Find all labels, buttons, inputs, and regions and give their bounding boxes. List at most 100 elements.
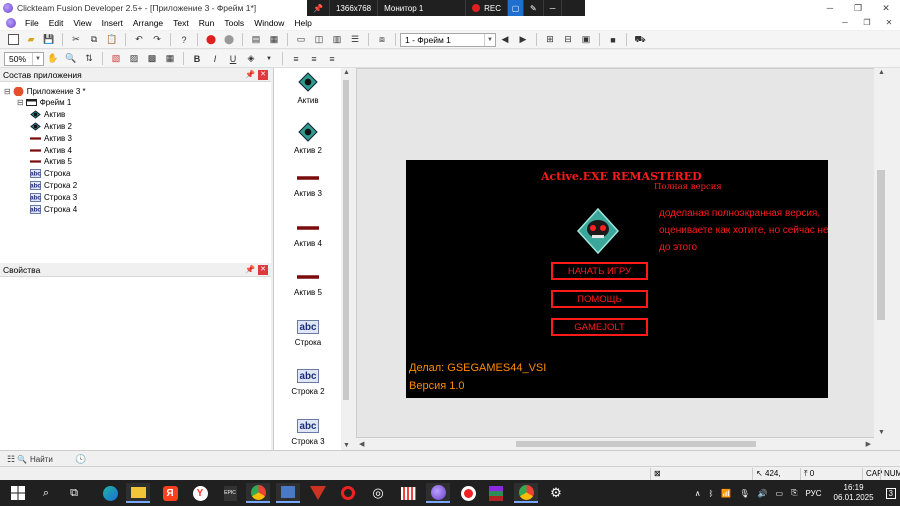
system-clock[interactable]: 16:19 06.01.2025 bbox=[834, 483, 874, 503]
menu-view[interactable]: View bbox=[68, 18, 96, 28]
search-icon[interactable]: ⌕ bbox=[34, 483, 58, 503]
mdi-restore-button[interactable]: ❐ bbox=[856, 16, 878, 30]
scrollbar-thumb[interactable] bbox=[343, 80, 349, 400]
next-frame-icon[interactable]: ▶ bbox=[516, 33, 530, 47]
recorder-monitor[interactable]: Монитор 1 bbox=[378, 0, 467, 16]
redo-icon[interactable]: ↷ bbox=[150, 33, 164, 47]
cut-icon[interactable]: ✂ bbox=[69, 33, 83, 47]
windows-start-icon[interactable] bbox=[6, 483, 30, 503]
close-button[interactable]: ✕ bbox=[872, 0, 900, 16]
list-options-icon[interactable]: ☷ bbox=[4, 452, 18, 466]
panel-close-icon[interactable]: ✕ bbox=[258, 70, 268, 80]
run-application-icon[interactable]: ⬤ bbox=[222, 33, 236, 47]
help-game-button[interactable]: ПОМОЩЬ bbox=[551, 290, 648, 308]
tree-item[interactable]: Актив 4 bbox=[30, 144, 72, 156]
yandex-music-icon[interactable]: Я bbox=[158, 483, 182, 503]
tree-collapse-icon[interactable]: ⊟ bbox=[4, 87, 11, 96]
menu-tools[interactable]: Tools bbox=[219, 18, 249, 28]
new-file-icon[interactable] bbox=[6, 33, 20, 47]
screen-select-icon[interactable]: ▢ bbox=[508, 0, 525, 16]
align-center-icon[interactable]: ≡ bbox=[307, 52, 321, 66]
snap-icon[interactable]: ⊟ bbox=[561, 33, 575, 47]
scroll-down-icon[interactable]: ▼ bbox=[878, 429, 885, 436]
editor-horizontal-scrollbar[interactable]: ◀ ▶ bbox=[356, 438, 874, 450]
object-list-item[interactable]: Актив 3 bbox=[274, 171, 342, 198]
menu-file[interactable]: File bbox=[20, 18, 44, 28]
menu-help[interactable]: Help bbox=[289, 18, 316, 28]
winrar-icon[interactable] bbox=[484, 483, 508, 503]
object-list-item[interactable]: Актив 2 bbox=[274, 121, 342, 155]
color-picker-icon[interactable]: ▨ bbox=[127, 52, 141, 66]
battery-icon[interactable]: ▭ bbox=[776, 489, 784, 498]
zoom-tool-icon[interactable]: 🔍 bbox=[64, 52, 78, 66]
object-list-item[interactable]: abc Строка 2 bbox=[274, 369, 342, 396]
italic-button[interactable]: I bbox=[208, 52, 222, 66]
panel-close-icon[interactable]: ✕ bbox=[258, 265, 268, 275]
tree-collapse-icon[interactable]: ⊟ bbox=[17, 98, 24, 107]
object-list-item[interactable]: Актив 4 bbox=[274, 221, 342, 248]
epic-games-icon[interactable]: EPIC bbox=[218, 483, 242, 503]
chevron-up-icon[interactable]: ∧ bbox=[695, 489, 701, 498]
settings-gear-icon[interactable]: ⚙ bbox=[544, 483, 568, 503]
author-text[interactable]: Делал: GSEGAMES44_VSI bbox=[409, 362, 546, 374]
save-icon[interactable]: 💾 bbox=[42, 33, 56, 47]
underline-button[interactable]: U bbox=[226, 52, 240, 66]
file-explorer-icon[interactable] bbox=[126, 483, 150, 503]
bold-button[interactable]: B bbox=[190, 52, 204, 66]
tree-item[interactable]: abc Строка 3 bbox=[30, 191, 77, 203]
unreal-engine-icon[interactable]: ◎ bbox=[366, 483, 390, 503]
menu-arrange[interactable]: Arrange bbox=[128, 18, 168, 28]
copy-icon[interactable]: ⧉ bbox=[87, 33, 101, 47]
event-list-editor-icon[interactable]: ◫ bbox=[312, 33, 326, 47]
zoom-dropdown[interactable]: 50% ▼ bbox=[4, 51, 44, 66]
layers-icon[interactable]: ▣ bbox=[579, 33, 593, 47]
event-editor-icon[interactable]: ▭ bbox=[294, 33, 308, 47]
object-list-item[interactable]: Актив bbox=[274, 72, 342, 105]
start-game-button[interactable]: НАЧАТЬ ИГРУ bbox=[551, 262, 648, 280]
document-icon[interactable] bbox=[6, 18, 16, 28]
mdi-minimize-button[interactable]: ─ bbox=[834, 16, 856, 30]
game-subtitle[interactable]: Полная версия bbox=[654, 182, 722, 192]
tree-item[interactable]: Актив bbox=[30, 109, 65, 121]
wifi-icon[interactable]: 📶 bbox=[721, 489, 731, 498]
menu-insert[interactable]: Insert bbox=[97, 18, 128, 28]
task-view-icon[interactable]: ⧉ bbox=[62, 483, 86, 503]
scroll-left-icon[interactable]: ◀ bbox=[359, 440, 364, 448]
scrollbar-thumb[interactable] bbox=[516, 441, 756, 447]
menu-text[interactable]: Text bbox=[168, 18, 194, 28]
chrome-profile-icon[interactable] bbox=[514, 483, 538, 503]
keyboard-layout[interactable]: РУС bbox=[805, 489, 821, 498]
test-frame-icon[interactable]: ⛟ bbox=[633, 33, 647, 47]
bluetooth-icon[interactable]: ᛒ bbox=[709, 489, 714, 498]
object-list-item[interactable]: abc Строка bbox=[274, 319, 342, 347]
tree-item[interactable]: ⊟ Фрейм 1 bbox=[17, 97, 71, 109]
notifications-icon[interactable]: 3 bbox=[885, 487, 896, 499]
yandex-browser-icon[interactable]: Y bbox=[188, 483, 212, 503]
pin-icon[interactable]: 📌 bbox=[245, 70, 255, 79]
fusion-task-icon[interactable] bbox=[276, 483, 300, 503]
chevron-down-icon[interactable]: ▼ bbox=[262, 52, 276, 66]
scroll-right-icon[interactable]: ▶ bbox=[866, 440, 871, 448]
pen-icon[interactable]: ✎ bbox=[524, 0, 544, 16]
edge-browser-icon[interactable] bbox=[98, 483, 122, 503]
paste-icon[interactable]: 📋 bbox=[105, 33, 119, 47]
clock-icon[interactable]: 🕓 bbox=[74, 452, 88, 466]
tree-item[interactable]: abc Строка 4 bbox=[30, 203, 77, 215]
game-app-icon[interactable] bbox=[306, 483, 330, 503]
fill-color-icon[interactable]: ◈ bbox=[244, 52, 258, 66]
tree-item[interactable]: Актив 3 bbox=[30, 132, 72, 144]
tree-item[interactable]: abc Строка bbox=[30, 168, 70, 180]
game-frame[interactable]: Active.EXE REMASTERED Полная версия доде… bbox=[406, 160, 829, 398]
scrollbar-thumb[interactable] bbox=[877, 170, 885, 320]
frame-select-dropdown[interactable]: 1 - Фрейм 1 ▼ bbox=[400, 32, 496, 47]
object-list-item[interactable]: Актив 5 bbox=[274, 270, 342, 297]
menu-edit[interactable]: Edit bbox=[44, 18, 69, 28]
tree-item[interactable]: ⊟ Приложение 3 * bbox=[4, 85, 86, 97]
rec-button[interactable]: REC bbox=[466, 0, 509, 16]
text-color-icon[interactable]: ▦ bbox=[163, 52, 177, 66]
event-list-icon[interactable]: ☰ bbox=[348, 33, 362, 47]
editor-vertical-scrollbar[interactable]: ▲ ▼ bbox=[874, 68, 888, 438]
pin-icon[interactable]: 📌 bbox=[307, 0, 330, 16]
find-button[interactable]: 🔍 Найти bbox=[17, 453, 65, 466]
object-list-item[interactable]: abc Строка 3 bbox=[274, 418, 342, 446]
